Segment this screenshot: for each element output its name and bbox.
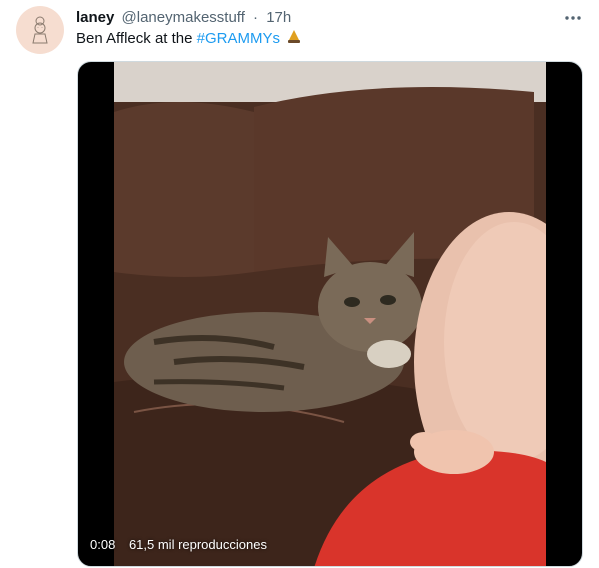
tweet-header: laney @laneymakesstuff · 17h: [76, 8, 291, 28]
gramophone-icon: [288, 30, 301, 43]
display-name[interactable]: laney: [76, 9, 114, 26]
hashtag-link[interactable]: #GRAMMYs: [197, 30, 280, 47]
tweet: laney @laneymakesstuff · 17h Ben Affleck…: [0, 0, 599, 568]
tweet-time[interactable]: 17h: [266, 9, 291, 26]
tweet-text-prefix: Ben Affleck at the: [76, 30, 197, 47]
avatar[interactable]: [16, 6, 64, 54]
video-stats: 0:08 61,5 mil reproducciones: [90, 537, 267, 552]
tweet-text: Ben Affleck at the #GRAMMYs: [76, 29, 302, 49]
more-button[interactable]: [561, 8, 585, 28]
user-handle[interactable]: @laneymakesstuff: [122, 9, 245, 26]
avatar-drawing-icon: [32, 16, 48, 44]
video-view-count: 61,5 mil reproducciones: [128, 537, 267, 552]
video-elapsed-time: 0:08: [90, 537, 116, 552]
video-player[interactable]: 0:08 61,5 mil reproducciones: [77, 61, 583, 567]
video-frame: [114, 62, 546, 566]
separator-dot: ·: [253, 9, 259, 26]
more-horizontal-icon: [565, 16, 581, 20]
